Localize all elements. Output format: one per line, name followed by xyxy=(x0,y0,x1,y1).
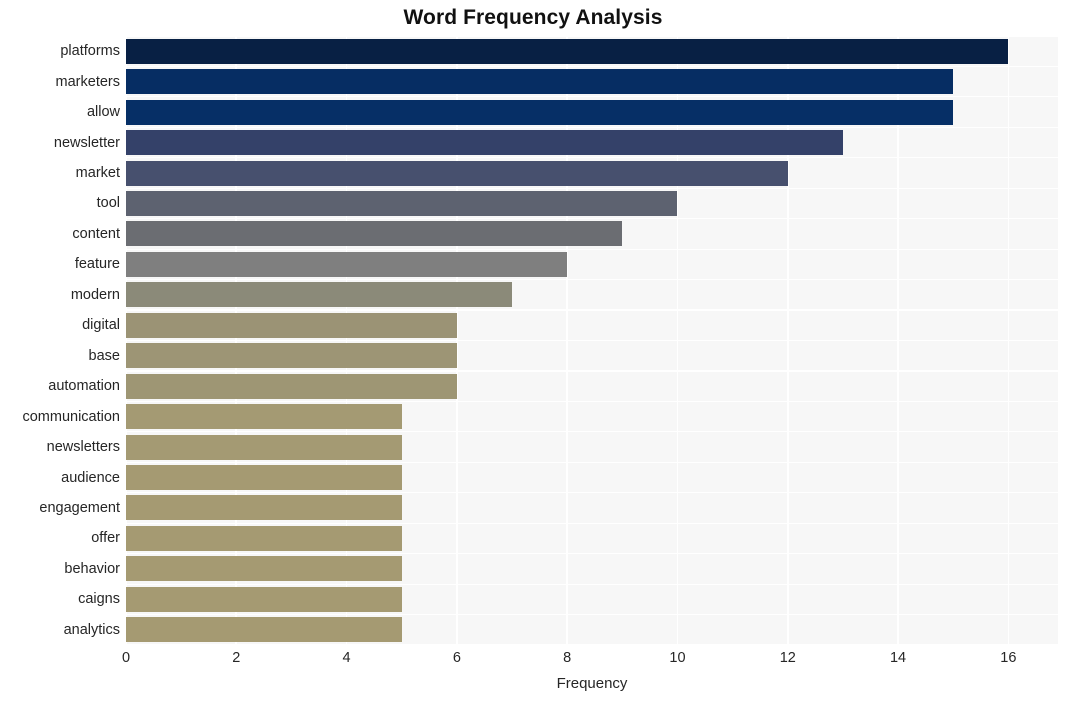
y-axis-tick-label: engagement xyxy=(39,499,120,516)
y-axis-tick-label: automation xyxy=(48,378,120,395)
gridline-horizontal xyxy=(126,613,1058,616)
gridline-horizontal xyxy=(126,65,1058,68)
gridline-horizontal xyxy=(126,370,1058,372)
y-axis-tick-label: newsletter xyxy=(53,134,120,151)
y-axis-tick-label: communication xyxy=(22,408,120,425)
y-axis-tick-label: market xyxy=(75,165,120,182)
y-axis-tick-label: marketers xyxy=(55,73,120,90)
bar xyxy=(126,434,402,460)
gridline-horizontal xyxy=(126,553,1058,555)
gridline-horizontal xyxy=(126,583,1058,585)
y-axis-tick-labels: platforms marketers allow newsletter market t… xyxy=(0,36,120,645)
x-axis-tick-label: 12 xyxy=(779,650,796,666)
bar xyxy=(126,190,678,216)
gridline-horizontal xyxy=(126,187,1058,189)
gridline-horizontal xyxy=(126,461,1058,463)
y-axis-tick-label: audience xyxy=(61,469,120,486)
y-axis-tick-label: offer xyxy=(91,530,120,547)
gridline-horizontal xyxy=(126,126,1058,128)
bar xyxy=(126,586,402,612)
x-axis-tick-label: 6 xyxy=(452,650,461,666)
bar xyxy=(126,495,402,521)
gridline-horizontal xyxy=(126,339,1058,342)
bar xyxy=(126,99,954,125)
gridline-horizontal xyxy=(126,218,1058,220)
y-axis-tick-label: behavior xyxy=(64,560,120,577)
y-axis-tick-label: feature xyxy=(74,256,120,273)
gridline-horizontal xyxy=(126,279,1058,281)
bar xyxy=(126,556,402,582)
gridline-horizontal xyxy=(126,644,1058,645)
x-axis-title: Frequency xyxy=(556,675,628,692)
y-axis-tick-label: tool xyxy=(96,195,120,212)
bar xyxy=(126,221,623,247)
gridline-horizontal xyxy=(126,492,1058,494)
chart-title: Word Frequency Analysis xyxy=(403,6,663,29)
gridline-horizontal xyxy=(126,309,1058,311)
x-axis-tick-label: 14 xyxy=(889,650,907,666)
y-axis-tick-label: newsletters xyxy=(46,439,120,456)
bar xyxy=(126,160,788,186)
bar xyxy=(126,465,402,491)
y-axis-tick-label: analytics xyxy=(63,621,120,638)
x-axis-tick-label: 8 xyxy=(563,650,572,666)
word-frequency-chart-figure: Word Frequency Analysis platforms markete… xyxy=(0,0,1066,701)
plot-area xyxy=(126,36,1058,645)
y-axis-tick-label: caigns xyxy=(78,591,120,608)
x-axis-tick-label: 10 xyxy=(669,650,686,666)
bar xyxy=(126,404,402,430)
y-axis-tick-label: modern xyxy=(70,286,120,303)
gridline-horizontal xyxy=(126,431,1058,433)
bar xyxy=(126,38,1009,64)
bar xyxy=(126,617,402,643)
y-axis-tick-label: base xyxy=(88,347,120,364)
x-axis-tick-label: 16 xyxy=(1000,650,1017,666)
x-axis-tick-label: 2 xyxy=(232,650,241,666)
gridline-horizontal xyxy=(126,400,1058,402)
gridline-horizontal xyxy=(126,96,1058,98)
x-axis-tick-label: 0 xyxy=(121,650,131,666)
y-axis-tick-label: content xyxy=(72,225,120,242)
gridline-horizontal xyxy=(126,36,1058,37)
bar xyxy=(126,130,843,156)
bar xyxy=(126,69,954,95)
bar xyxy=(126,251,568,277)
y-axis-tick-label: allow xyxy=(86,104,120,121)
bar xyxy=(126,525,402,551)
y-axis-tick-label: platforms xyxy=(60,43,120,60)
gridline-horizontal xyxy=(126,157,1058,159)
bar xyxy=(126,282,513,308)
x-axis-tick-label: 4 xyxy=(342,650,351,666)
bar xyxy=(126,312,457,338)
bar xyxy=(126,373,457,399)
gridline-horizontal xyxy=(126,248,1058,250)
bar xyxy=(126,343,457,369)
y-axis-tick-label: digital xyxy=(82,317,120,334)
gridline-horizontal xyxy=(126,522,1058,524)
x-axis-tick-labels: 0 2 4 6 8 10 12 14 16 xyxy=(0,650,1066,672)
